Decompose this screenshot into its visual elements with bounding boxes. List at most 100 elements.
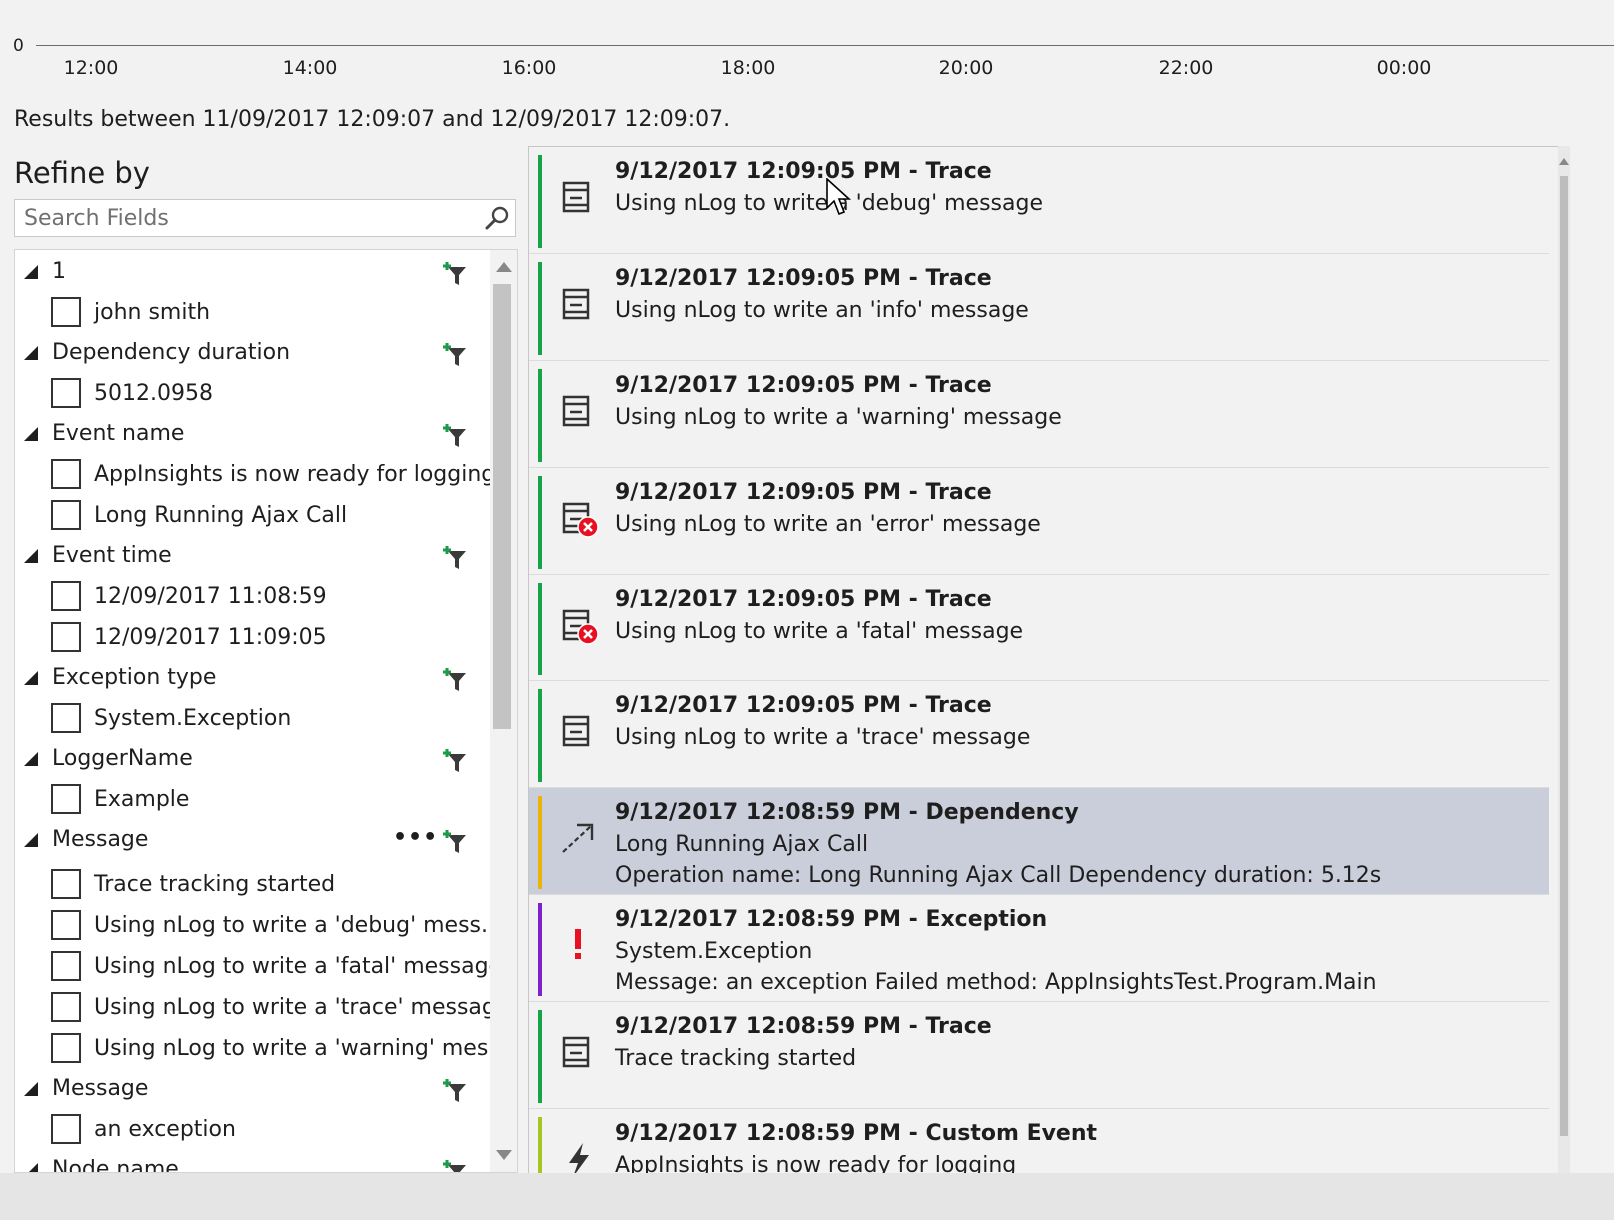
- facet-checkbox[interactable]: [51, 459, 81, 489]
- collapse-triangle-icon[interactable]: [24, 1163, 38, 1172]
- timeline-tick: 16:00: [501, 57, 557, 79]
- facet-option[interactable]: Using nLog to write a 'fatal' message: [15, 947, 502, 987]
- facet-group-name: Message: [52, 1076, 149, 1101]
- result-item[interactable]: 9/12/2017 12:09:05 PM - Trace Using nLog …: [529, 147, 1549, 254]
- facet-checkbox[interactable]: [51, 378, 81, 408]
- facet-option-label: Example: [94, 787, 190, 812]
- bottom-bar: [0, 1173, 1614, 1220]
- add-filter-icon[interactable]: [442, 340, 472, 370]
- facet-checkbox[interactable]: [51, 1033, 81, 1063]
- result-item[interactable]: 9/12/2017 12:09:05 PM - Trace Using nLog …: [529, 361, 1549, 468]
- facet-scrollbar[interactable]: [490, 250, 517, 1172]
- facet-group-header[interactable]: Dependency duration: [15, 334, 485, 374]
- facet-checkbox[interactable]: [51, 910, 81, 940]
- facet-option[interactable]: Using nLog to write a 'debug' mess...: [15, 906, 502, 946]
- facet-option[interactable]: System.Exception: [15, 699, 485, 739]
- facet-checkbox[interactable]: [51, 951, 81, 981]
- facet-group-header[interactable]: Event name: [15, 415, 485, 455]
- add-filter-icon[interactable]: [442, 421, 472, 451]
- facet-option-label: an exception: [94, 1117, 236, 1142]
- result-item[interactable]: 9/12/2017 12:08:59 PM - Custom Event AppI…: [529, 1109, 1549, 1174]
- trace-error-icon: [559, 498, 599, 538]
- add-filter-icon[interactable]: [442, 746, 472, 776]
- add-filter-icon[interactable]: [442, 259, 472, 289]
- collapse-triangle-icon[interactable]: [24, 265, 38, 279]
- scroll-up-arrow-icon[interactable]: [496, 262, 512, 272]
- result-item[interactable]: 9/12/2017 12:09:05 PM - Trace Using nLog …: [529, 254, 1549, 361]
- result-detail: Operation name: Long Running Ajax Call D…: [615, 863, 1382, 888]
- result-type-bar: [538, 1117, 542, 1174]
- facet-checkbox[interactable]: [51, 297, 81, 327]
- search-fields-input[interactable]: [15, 200, 484, 236]
- facet-option[interactable]: 12/09/2017 11:08:59: [15, 577, 485, 617]
- results-list: 9/12/2017 12:09:05 PM - Trace Using nLog …: [528, 146, 1569, 1174]
- collapse-triangle-icon[interactable]: [24, 549, 38, 563]
- collapse-triangle-icon[interactable]: [24, 671, 38, 685]
- facet-option[interactable]: Trace tracking started: [15, 865, 485, 905]
- facet-checkbox[interactable]: [51, 992, 81, 1022]
- result-item[interactable]: 9/12/2017 12:09:05 PM - Trace Using nLog …: [529, 575, 1549, 681]
- facet-checkbox[interactable]: [51, 703, 81, 733]
- facet-option-label: 5012.0958: [94, 381, 213, 406]
- collapse-triangle-icon[interactable]: [24, 427, 38, 441]
- facet-checkbox[interactable]: [51, 1114, 81, 1144]
- facet-group-header[interactable]: Message: [15, 1070, 485, 1110]
- result-item[interactable]: 9/12/2017 12:08:59 PM - Trace Trace track…: [529, 1002, 1549, 1109]
- facet-option[interactable]: Using nLog to write a 'trace' message: [15, 988, 509, 1028]
- collapse-triangle-icon[interactable]: [24, 833, 38, 847]
- add-filter-icon[interactable]: [442, 543, 472, 573]
- facet-option[interactable]: john smith: [15, 293, 485, 333]
- collapse-triangle-icon[interactable]: [24, 346, 38, 360]
- scroll-thumb[interactable]: [1560, 176, 1568, 1136]
- result-type-bar: [538, 476, 542, 569]
- result-detail: Trace tracking started: [615, 1046, 857, 1071]
- result-item[interactable]: 9/12/2017 12:09:05 PM - Trace Using nLog …: [529, 468, 1549, 575]
- facet-group-header[interactable]: Exception type: [15, 659, 485, 699]
- result-detail: Using nLog to write a 'trace' message: [615, 725, 1031, 750]
- facet-option[interactable]: AppInsights is now ready for logging: [15, 455, 495, 495]
- result-type-bar: [538, 262, 542, 355]
- collapse-triangle-icon[interactable]: [24, 1082, 38, 1096]
- facet-checkbox[interactable]: [51, 500, 81, 530]
- facet-option[interactable]: an exception: [15, 1110, 485, 1150]
- results-scrollbar[interactable]: [1558, 146, 1570, 1173]
- facet-group-name: 1: [52, 259, 66, 284]
- facet-group-name: Node name: [52, 1157, 179, 1173]
- scroll-down-arrow-icon[interactable]: [496, 1150, 512, 1160]
- facet-group-header[interactable]: Event time: [15, 537, 485, 577]
- facet-option-label: Using nLog to write a 'debug' mess...: [94, 913, 502, 938]
- search-icon[interactable]: [483, 205, 511, 233]
- result-title: 9/12/2017 12:09:05 PM - Trace: [615, 480, 992, 505]
- add-filter-icon[interactable]: [442, 1076, 472, 1106]
- facet-group-header[interactable]: LoggerName: [15, 740, 485, 780]
- facet-group-header[interactable]: Node name: [15, 1151, 485, 1173]
- facet-option[interactable]: 12/09/2017 11:09:05: [15, 618, 485, 658]
- facet-checkbox[interactable]: [51, 784, 81, 814]
- facet-checkbox[interactable]: [51, 622, 81, 652]
- facet-group-name: Message: [52, 827, 149, 852]
- scroll-up-arrow-icon[interactable]: [1559, 158, 1569, 165]
- facet-checkbox[interactable]: [51, 581, 81, 611]
- add-filter-icon[interactable]: [442, 1157, 472, 1172]
- add-filter-icon[interactable]: [442, 827, 472, 857]
- result-type-bar: [538, 1010, 542, 1103]
- add-filter-icon[interactable]: [442, 665, 472, 695]
- facet-group-header[interactable]: 1: [15, 253, 485, 293]
- trace-icon: [559, 284, 599, 324]
- more-options-icon[interactable]: •••: [393, 825, 438, 850]
- facet-option[interactable]: Example: [15, 780, 485, 820]
- facet-group-name: LoggerName: [52, 746, 193, 771]
- search-fields-box: [14, 199, 516, 237]
- facet-option-label: Long Running Ajax Call: [94, 503, 348, 528]
- result-item[interactable]: 9/12/2017 12:08:59 PM - Dependency Long R…: [529, 788, 1549, 895]
- facet-group-header[interactable]: Message •••: [15, 821, 485, 861]
- facet-option[interactable]: Using nLog to write a 'warning' mes...: [15, 1029, 509, 1069]
- facet-checkbox[interactable]: [51, 869, 81, 899]
- result-item[interactable]: 9/12/2017 12:08:59 PM - Exception System.…: [529, 895, 1549, 1002]
- facet-option-label: AppInsights is now ready for logging: [94, 462, 496, 487]
- result-item[interactable]: 9/12/2017 12:09:05 PM - Trace Using nLog …: [529, 681, 1549, 788]
- scroll-thumb[interactable]: [493, 284, 511, 729]
- facet-option[interactable]: Long Running Ajax Call: [15, 496, 485, 536]
- collapse-triangle-icon[interactable]: [24, 752, 38, 766]
- facet-option[interactable]: 5012.0958: [15, 374, 485, 414]
